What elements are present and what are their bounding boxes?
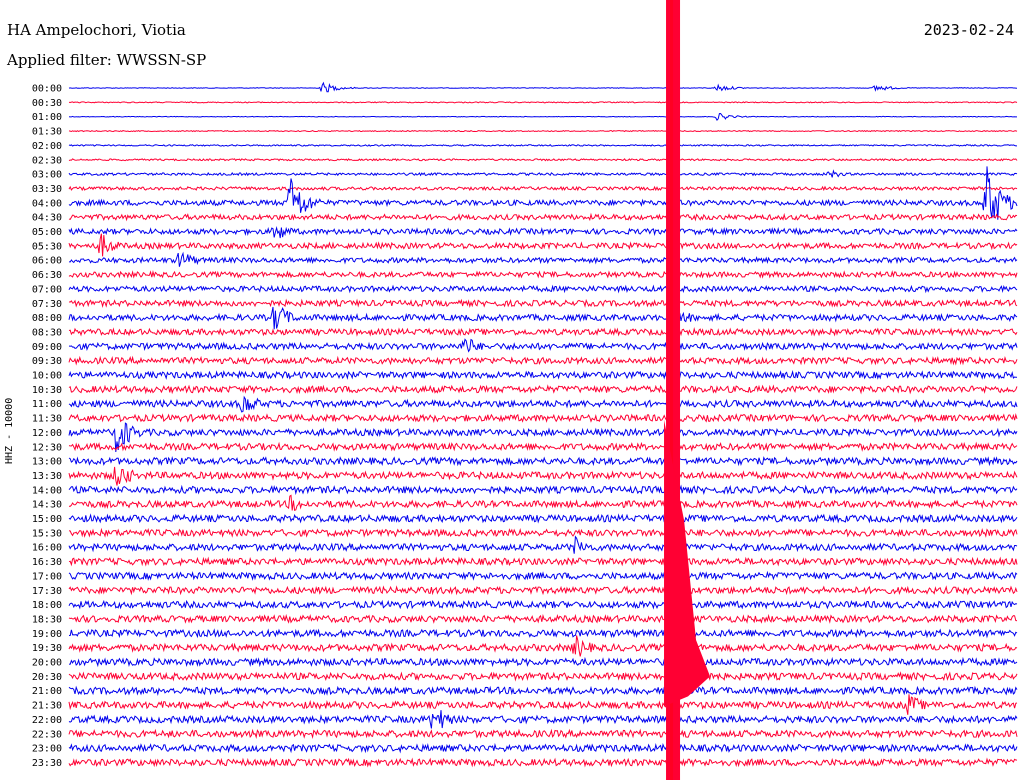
- trace-row: [68, 494, 1018, 511]
- trace-row: [68, 535, 1018, 554]
- seismogram-traces: [68, 0, 1018, 780]
- trace-row: [68, 284, 1018, 294]
- trace-row: [68, 298, 1018, 308]
- time-tick-label: 00:30: [32, 98, 62, 109]
- time-tick-label: 14:30: [32, 500, 62, 511]
- time-tick-label: 12:00: [32, 428, 62, 439]
- trace-row: [68, 484, 1018, 496]
- trace-row: [68, 455, 1018, 467]
- trace-row: [68, 129, 1018, 133]
- trace-row: [68, 144, 1017, 147]
- time-tick-label: 02:30: [32, 155, 62, 166]
- trace-row: [68, 556, 1018, 567]
- trace-row: [68, 685, 1018, 696]
- trace-row: [68, 302, 1018, 330]
- trace-row: [68, 599, 1018, 610]
- time-tick-label: 06:30: [32, 270, 62, 281]
- time-tick-label: 17:30: [32, 586, 62, 597]
- time-tick-label: 22:30: [32, 729, 62, 740]
- trace-row: [68, 101, 1018, 104]
- trace-row: [68, 694, 1018, 715]
- time-tick-label: 23:00: [32, 744, 62, 755]
- trace-row: [68, 369, 1018, 380]
- trace-row: [68, 710, 1018, 729]
- time-tick-label: 21:30: [32, 701, 62, 712]
- time-tick-label: 18:30: [32, 614, 62, 625]
- time-tick-label: 08:00: [32, 313, 62, 324]
- trace-row: [68, 212, 1018, 222]
- time-tick-label: 05:30: [32, 241, 62, 252]
- time-tick-label: 15:30: [32, 528, 62, 539]
- time-tick-label: 20:30: [32, 672, 62, 683]
- time-tick-label: 11:00: [32, 399, 62, 410]
- trace-row: [68, 185, 1018, 192]
- time-tick-label: 09:30: [32, 356, 62, 367]
- time-tick-label: 01:30: [32, 127, 62, 138]
- trace-row: [68, 728, 1018, 739]
- trace-row: [68, 226, 1018, 239]
- time-tick-label: 11:30: [32, 414, 62, 425]
- time-tick-label: 14:00: [32, 485, 62, 496]
- time-tick-label: 01:00: [32, 112, 62, 123]
- time-tick-label: 12:30: [32, 442, 62, 453]
- trace-row: [69, 628, 1018, 639]
- trace-row: [68, 395, 1018, 413]
- trace-row: [68, 384, 1018, 395]
- time-tick-label: 06:00: [32, 256, 62, 267]
- trace-row: [68, 635, 1018, 657]
- trace-row: [68, 412, 1018, 424]
- trace-row: [68, 327, 1018, 337]
- time-tick-label: 07:00: [32, 284, 62, 295]
- trace-row: [68, 158, 1018, 162]
- time-tick-label: 20:00: [32, 658, 62, 669]
- time-tick-label: 07:30: [32, 299, 62, 310]
- time-tick-label: 18:00: [32, 600, 62, 611]
- trace-row: [68, 613, 1018, 624]
- time-tick-label: 02:00: [32, 141, 62, 152]
- trace-row: [68, 81, 1018, 93]
- time-tick-label: 05:00: [32, 227, 62, 238]
- trace-row: [68, 270, 1018, 279]
- time-tick-label: 00:00: [32, 84, 62, 95]
- trace-row: [68, 527, 1018, 538]
- trace-row: [68, 466, 1018, 486]
- time-tick-label: 16:00: [32, 543, 62, 554]
- trace-row: [68, 355, 1018, 366]
- time-tick-label: 21:00: [32, 686, 62, 697]
- trace-row: [68, 338, 1018, 353]
- trace-row: [68, 251, 1018, 267]
- time-tick-label: 19:00: [32, 629, 62, 640]
- time-tick-label: 10:00: [32, 371, 62, 382]
- trace-row: [68, 742, 1018, 754]
- time-tick-labels: 00:00 00:30 01:00 01:30 02:00 02:30 03:00 03:30…: [32, 84, 62, 769]
- trace-row: [68, 233, 1018, 257]
- time-tick-label: 13:00: [32, 457, 62, 468]
- trace-row: [68, 112, 1017, 121]
- time-tick-label: 17:00: [32, 571, 62, 582]
- time-tick-label: 08:30: [32, 327, 62, 338]
- trace-row: [68, 671, 1018, 682]
- trace-row: [68, 441, 1018, 452]
- trace-row: [68, 656, 1018, 668]
- time-tick-label: 04:00: [32, 198, 62, 209]
- time-tick-label: 03:30: [32, 184, 62, 195]
- time-tick-label: 16:30: [32, 557, 62, 568]
- trace-row: [68, 570, 1018, 581]
- time-tick-label: 23:30: [32, 758, 62, 769]
- time-tick-label: 10:30: [32, 385, 62, 396]
- seismogram-plot: 00:00 00:30 01:00 01:30 02:00 02:30 03:00 03:30…: [32, 0, 1018, 780]
- time-tick-label: 15:00: [32, 514, 62, 525]
- trace-row: [68, 585, 1018, 596]
- time-tick-label: 22:00: [32, 715, 62, 726]
- time-tick-label: 09:00: [32, 342, 62, 353]
- trace-row: [68, 513, 1018, 524]
- time-tick-label: 13:30: [32, 471, 62, 482]
- time-tick-label: 04:30: [32, 213, 62, 224]
- trace-row: [68, 757, 1018, 768]
- trace-row: [68, 169, 1018, 178]
- time-tick-label: 03:00: [32, 170, 62, 181]
- time-tick-label: 19:30: [32, 643, 62, 654]
